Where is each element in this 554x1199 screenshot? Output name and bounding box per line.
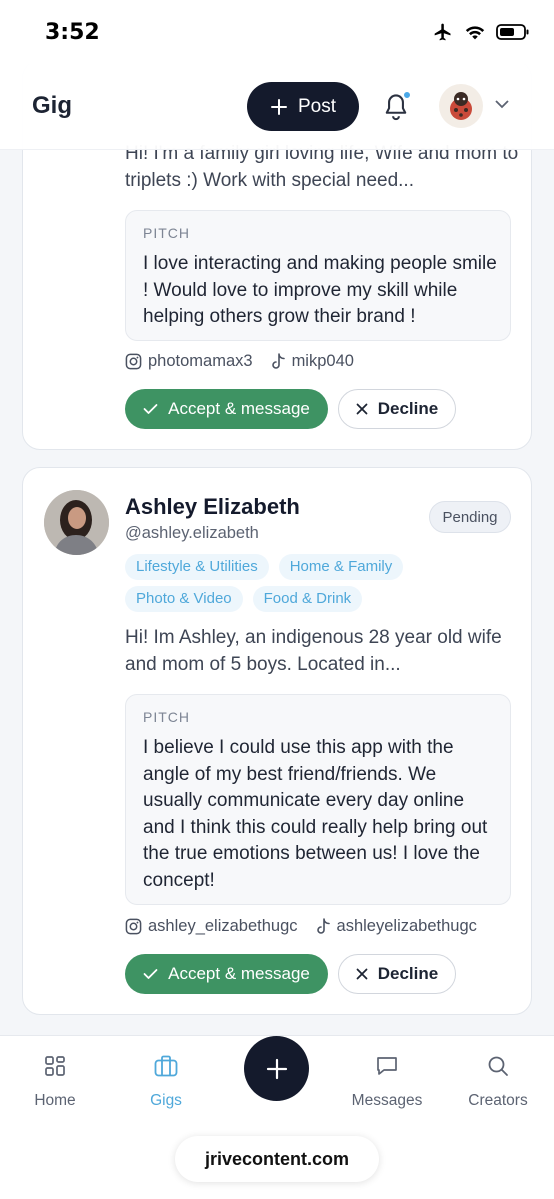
social-links: photomamax3 mikp040 <box>125 352 354 371</box>
instagram-handle: photomamax3 <box>148 352 253 370</box>
pitch-label: PITCH <box>143 709 190 725</box>
instagram-icon <box>125 918 142 935</box>
tab-home[interactable]: Home <box>10 1054 100 1110</box>
tab-creators[interactable]: Creators <box>453 1054 543 1110</box>
battery-icon <box>496 24 529 40</box>
tiktok-handle: ashleyelizabethugc <box>336 917 477 935</box>
user-avatar[interactable] <box>439 84 483 128</box>
brand-title: Gig <box>32 92 72 119</box>
instagram-icon <box>125 353 142 370</box>
app-header: Gig Post <box>0 64 554 150</box>
tiktok-icon <box>271 352 285 369</box>
notification-dot <box>402 90 412 100</box>
check-icon <box>143 969 158 979</box>
category-tags: Lifestyle & Utilities Home & Family Phot… <box>125 554 425 612</box>
category-tag: Lifestyle & Utilities <box>125 554 269 580</box>
briefcase-icon <box>154 1055 178 1077</box>
pitch-label: PITCH <box>143 225 190 241</box>
post-button-label: Post <box>297 95 337 117</box>
category-tag: Food & Drink <box>252 586 363 612</box>
creator-bio: Hi! Im Ashley, an indigenous 28 year old… <box>125 627 502 675</box>
post-button[interactable]: Post <box>247 82 359 131</box>
instagram-link[interactable]: photomamax3 <box>125 352 253 371</box>
accept-message-button[interactable]: Accept & message <box>125 389 328 429</box>
creator-handle: @ashley.elizabeth <box>125 524 259 542</box>
pitch-text: I love interacting and making people smi… <box>143 253 497 328</box>
decline-button[interactable]: Decline <box>338 954 456 994</box>
tiktok-link[interactable]: mikp040 <box>271 352 354 371</box>
instagram-link[interactable]: ashley_elizabethugc <box>125 917 298 936</box>
accept-message-button[interactable]: Accept & message <box>125 954 328 994</box>
decline-label: Decline <box>377 399 439 418</box>
close-icon <box>356 968 368 980</box>
tiktok-link[interactable]: ashleyelizabethugc <box>316 917 477 936</box>
bottom-tab-bar: Home Gigs Messages Creators jrivecontent… <box>0 1035 554 1199</box>
ladybug-avatar-icon <box>450 92 472 120</box>
tab-gigs[interactable]: Gigs <box>121 1054 211 1110</box>
creator-avatar[interactable] <box>44 490 109 555</box>
creator-photo <box>44 490 109 555</box>
plus-icon <box>266 1058 287 1079</box>
decline-button[interactable]: Decline <box>338 389 456 429</box>
wifi-icon <box>465 26 485 40</box>
chevron-down-icon[interactable] <box>495 100 509 109</box>
tab-label: Home <box>34 1092 76 1109</box>
pitch-text: I believe I could use this app with the … <box>143 737 488 891</box>
airplane-icon <box>434 23 451 41</box>
tab-label: Creators <box>468 1092 528 1109</box>
pitch-box: PITCH I believe I could use this app wit… <box>125 694 511 905</box>
category-tag: Photo & Video <box>125 586 243 612</box>
status-time: 3:52 <box>45 20 100 45</box>
decline-label: Decline <box>377 964 439 983</box>
tab-messages[interactable]: Messages <box>342 1054 432 1110</box>
status-badge: Pending <box>429 501 511 533</box>
applicant-card: Ashley Elizabeth @ashley.elizabeth Pendi… <box>22 467 532 1015</box>
pitch-box: PITCH I love interacting and making peop… <box>125 210 511 341</box>
check-icon <box>143 404 158 414</box>
accept-label: Accept & message <box>168 399 310 418</box>
plus-icon <box>270 98 287 115</box>
category-tag: Home & Family <box>278 554 404 580</box>
tiktok-icon <box>316 917 330 934</box>
status-bar: 3:52 <box>0 0 554 64</box>
status-icons <box>432 22 530 42</box>
tab-label: Gigs <box>150 1092 182 1109</box>
accept-label: Accept & message <box>168 964 310 983</box>
grid-icon <box>45 1056 65 1076</box>
creator-name[interactable]: Ashley Elizabeth <box>125 494 300 520</box>
create-fab-button[interactable] <box>244 1036 309 1101</box>
social-links: ashley_elizabethugc ashleyelizabethugc <box>125 917 477 936</box>
instagram-handle: ashley_elizabethugc <box>148 917 298 935</box>
tab-label: Messages <box>351 1092 423 1109</box>
tiktok-handle: mikp040 <box>291 352 354 370</box>
browser-url-bar[interactable]: jrivecontent.com <box>175 1136 379 1182</box>
close-icon <box>356 403 368 415</box>
search-icon <box>488 1056 508 1076</box>
chat-icon <box>377 1057 397 1075</box>
